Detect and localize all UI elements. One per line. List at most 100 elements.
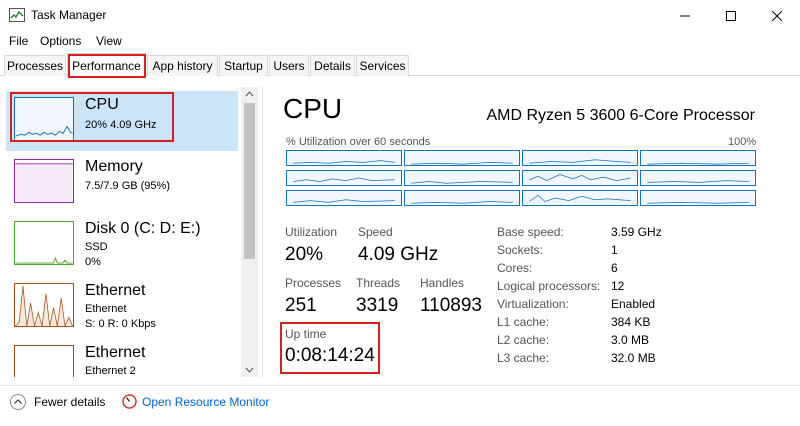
cpu-core-graph bbox=[286, 190, 402, 206]
menu-bar: File Options View bbox=[0, 31, 800, 51]
sidebar-item-disk[interactable]: Disk 0 (C: D: E:) SSD 0% bbox=[6, 215, 238, 275]
logical-processors-value: 12 bbox=[611, 279, 625, 293]
performance-sidebar: CPU 20% 4.09 GHz Memory 7.5/7.9 GB (95%)… bbox=[0, 87, 258, 377]
menu-file[interactable]: File bbox=[9, 34, 28, 48]
sidebar-item-ethernet-1[interactable]: Ethernet Ethernet S: 0 R: 0 Kbps bbox=[6, 277, 238, 337]
title-bar: Task Manager bbox=[0, 0, 800, 31]
resource-monitor-icon bbox=[122, 394, 137, 409]
speed-label: Speed bbox=[358, 225, 393, 239]
detail-title: CPU bbox=[283, 93, 343, 124]
sidebar-item-subtitle: 7.5/7.9 GB (95%) bbox=[85, 180, 170, 192]
disk-thumbnail-graph bbox=[14, 221, 74, 265]
cpu-core-graph bbox=[522, 190, 638, 206]
l2-cache-label: L2 cache: bbox=[497, 333, 550, 347]
cpu-core-graph bbox=[522, 150, 638, 166]
window-title: Task Manager bbox=[31, 8, 107, 22]
sidebar-item-cpu[interactable]: CPU 20% 4.09 GHz bbox=[6, 91, 238, 151]
cpu-core-graph bbox=[286, 170, 402, 186]
l3-cache-value: 32.0 MB bbox=[611, 351, 656, 365]
tab-processes[interactable]: Processes bbox=[4, 55, 66, 76]
virtualization-label: Virtualization: bbox=[497, 297, 569, 311]
cpu-detail-pane: CPU AMD Ryzen 5 3600 6-Core Processor % … bbox=[263, 87, 800, 377]
tab-users[interactable]: Users bbox=[269, 55, 309, 76]
cpu-core-graph bbox=[640, 190, 756, 206]
tab-bar: Processes Performance App history Startu… bbox=[0, 53, 800, 77]
l2-cache-value: 3.0 MB bbox=[611, 333, 650, 347]
sidebar-item-title: Ethernet bbox=[85, 282, 146, 299]
ethernet-thumbnail-graph bbox=[14, 345, 74, 377]
menu-options[interactable]: Options bbox=[40, 34, 81, 48]
graph-max-label: 100% bbox=[728, 136, 757, 148]
handles-label: Handles bbox=[420, 276, 465, 290]
logical-processor-graphs bbox=[286, 150, 757, 210]
minimize-button[interactable] bbox=[662, 0, 708, 31]
sidebar-item-subtitle: 20% 4.09 GHz bbox=[85, 119, 157, 131]
sidebar-item-title: CPU bbox=[85, 96, 119, 113]
sidebar-item-memory[interactable]: Memory 7.5/7.9 GB (95%) bbox=[6, 153, 238, 213]
maximize-icon bbox=[726, 10, 736, 21]
uptime-label: Up time bbox=[285, 327, 327, 341]
l3-cache-label: L3 cache: bbox=[497, 351, 550, 365]
cpu-core-graph bbox=[640, 170, 756, 186]
scroll-thumb[interactable] bbox=[244, 103, 255, 259]
l1-cache-value: 384 KB bbox=[611, 315, 651, 329]
close-icon bbox=[772, 10, 782, 21]
cores-value: 6 bbox=[611, 261, 618, 275]
speed-value: 4.09 GHz bbox=[358, 244, 439, 265]
task-manager-icon bbox=[9, 8, 25, 22]
menu-view[interactable]: View bbox=[96, 34, 122, 48]
tab-app-history[interactable]: App history bbox=[147, 55, 218, 76]
cpu-core-graph bbox=[404, 190, 520, 206]
sockets-value: 1 bbox=[611, 243, 618, 257]
handles-value: 110893 bbox=[420, 295, 482, 316]
tab-services[interactable]: Services bbox=[356, 55, 409, 76]
threads-value: 3319 bbox=[356, 295, 399, 316]
footer-bar: Fewer details Open Resource Monitor bbox=[0, 385, 800, 417]
cores-label: Cores: bbox=[497, 261, 533, 275]
cpu-core-graph bbox=[404, 170, 520, 186]
tab-details[interactable]: Details bbox=[310, 55, 355, 76]
cpu-core-graph bbox=[640, 150, 756, 166]
close-button[interactable] bbox=[754, 0, 800, 31]
threads-label: Threads bbox=[356, 276, 401, 290]
cpu-core-graph bbox=[404, 150, 520, 166]
utilization-value: 20% bbox=[285, 244, 324, 265]
fewer-details-toggle[interactable] bbox=[10, 394, 26, 410]
uptime-value: 0:08:14:24 bbox=[285, 345, 375, 366]
tab-startup[interactable]: Startup bbox=[219, 55, 268, 76]
tab-performance[interactable]: Performance bbox=[67, 53, 146, 77]
sidebar-item-title: Memory bbox=[85, 158, 143, 175]
sidebar-item-subtitle: Ethernet bbox=[85, 303, 127, 315]
maximize-button[interactable] bbox=[708, 0, 754, 31]
open-resource-monitor-link[interactable]: Open Resource Monitor bbox=[142, 395, 269, 409]
utilization-label: Utilization bbox=[285, 225, 338, 239]
l1-cache-label: L1 cache: bbox=[497, 315, 550, 329]
virtualization-value: Enabled bbox=[611, 297, 656, 311]
scroll-up-icon[interactable] bbox=[241, 87, 258, 101]
sidebar-item-subtitle: Ethernet 2 bbox=[85, 365, 136, 377]
base-speed-value: 3.59 GHz bbox=[611, 225, 662, 239]
graph-label: % Utilization over 60 seconds bbox=[286, 136, 431, 148]
sidebar-item-subtitle: SSD bbox=[85, 241, 108, 253]
memory-thumbnail-graph bbox=[14, 159, 74, 203]
chevron-up-icon bbox=[14, 399, 22, 404]
processes-label: Processes bbox=[285, 276, 342, 290]
sidebar-item-subtitle: S: 0 R: 0 Kbps bbox=[85, 318, 156, 330]
processor-name: AMD Ryzen 5 3600 6-Core Processor bbox=[486, 107, 755, 124]
minimize-icon bbox=[680, 15, 690, 16]
base-speed-label: Base speed: bbox=[497, 225, 564, 239]
sidebar-item-title: Ethernet bbox=[85, 344, 146, 361]
sidebar-scrollbar[interactable] bbox=[241, 87, 258, 377]
cpu-thumbnail-graph bbox=[14, 97, 74, 141]
sidebar-item-subtitle: 0% bbox=[85, 256, 101, 268]
logical-processors-label: Logical processors: bbox=[497, 279, 601, 293]
ethernet-thumbnail-graph bbox=[14, 283, 74, 327]
fewer-details-link[interactable]: Fewer details bbox=[34, 395, 105, 409]
cpu-core-graph bbox=[286, 150, 402, 166]
sockets-label: Sockets: bbox=[497, 243, 544, 257]
processes-value: 251 bbox=[285, 295, 317, 316]
scroll-down-icon[interactable] bbox=[241, 363, 258, 377]
sidebar-item-title: Disk 0 (C: D: E:) bbox=[85, 220, 201, 237]
sidebar-item-ethernet-2[interactable]: Ethernet Ethernet 2 bbox=[6, 339, 238, 377]
cpu-core-graph bbox=[522, 170, 638, 186]
